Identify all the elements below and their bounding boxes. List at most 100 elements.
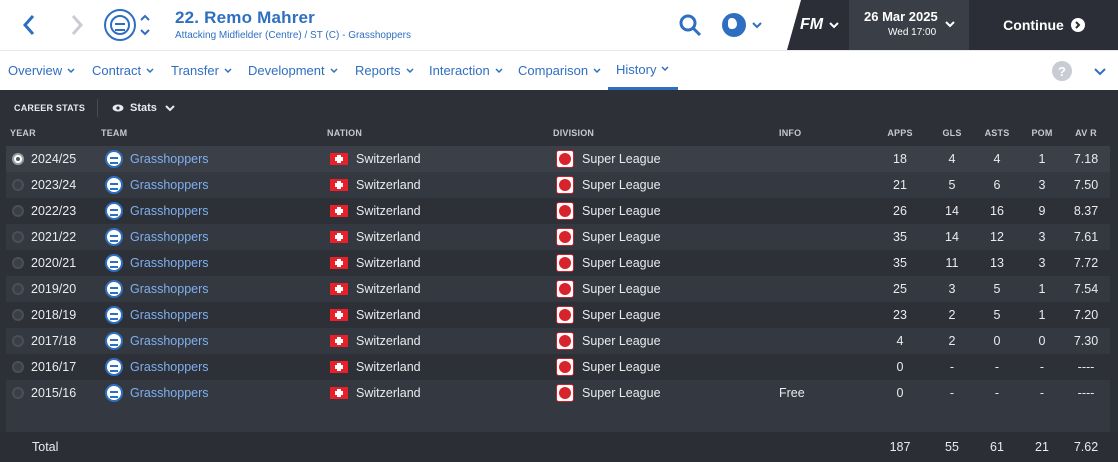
total-apps: 187: [889, 440, 911, 454]
tab-history[interactable]: History: [608, 51, 678, 90]
forward-arrow-icon[interactable]: [62, 9, 92, 41]
row-radio[interactable]: [12, 205, 24, 217]
row-radio[interactable]: [12, 283, 24, 295]
avr-cell: 7.72: [1073, 256, 1099, 270]
gls-cell: -: [949, 360, 955, 374]
stats-view-dropdown[interactable]: Stats: [112, 100, 175, 116]
table-row[interactable]: 2018/19 Grasshoppers Switzerland Super Leag…: [6, 302, 1110, 328]
col-asts[interactable]: ASTS: [977, 128, 1017, 138]
tab-label: Reports: [355, 63, 401, 78]
eye-icon: [112, 104, 124, 112]
table-row[interactable]: 2015/16 Grasshoppers Switzerland Super Leag…: [6, 380, 1110, 406]
fm-menu-button[interactable]: FM: [800, 14, 846, 36]
tab-transfer[interactable]: Transfer: [171, 51, 232, 90]
continue-button[interactable]: Continue: [970, 0, 1118, 50]
row-radio[interactable]: [12, 309, 24, 321]
tab-contract[interactable]: Contract: [92, 51, 154, 90]
team-link[interactable]: Grasshoppers: [130, 230, 209, 244]
col-apps[interactable]: APPS: [880, 128, 920, 138]
table-row[interactable]: 2016/17 Grasshoppers Switzerland Super Leag…: [6, 354, 1110, 380]
table-row[interactable]: 2017/18 Grasshoppers Switzerland Super Leag…: [6, 328, 1110, 354]
team-link[interactable]: Grasshoppers: [130, 152, 209, 166]
avr-cell: 7.61: [1073, 230, 1099, 244]
league-logo-icon: [556, 306, 574, 324]
club-badge-icon[interactable]: [104, 9, 136, 41]
tab-overview[interactable]: Overview: [8, 51, 75, 90]
team-link[interactable]: Grasshoppers: [130, 178, 209, 192]
row-radio[interactable]: [12, 361, 24, 373]
team-link[interactable]: Grasshoppers: [130, 282, 209, 296]
team-link[interactable]: Grasshoppers: [130, 308, 209, 322]
nation-cell[interactable]: Switzerland: [356, 256, 421, 270]
division-cell[interactable]: Super League: [582, 334, 661, 348]
col-info[interactable]: INFO: [779, 128, 801, 138]
table-row[interactable]: 2022/23 Grasshoppers Switzerland Super Leag…: [6, 198, 1110, 224]
division-cell[interactable]: Super League: [582, 256, 661, 270]
row-radio[interactable]: [12, 179, 24, 191]
col-year[interactable]: YEAR: [10, 128, 36, 138]
pom-cell: 1: [1038, 308, 1046, 322]
year-cell: 2015/16: [31, 386, 77, 400]
avr-cell: 8.37: [1073, 204, 1099, 218]
row-radio[interactable]: [12, 257, 24, 269]
nation-cell[interactable]: Switzerland: [356, 152, 421, 166]
division-cell[interactable]: Super League: [582, 360, 661, 374]
table-row[interactable]: 2020/21 Grasshoppers Switzerland Super Leag…: [6, 250, 1110, 276]
division-cell[interactable]: Super League: [582, 308, 661, 322]
col-pom[interactable]: POM: [1022, 128, 1062, 138]
table-row[interactable]: 2019/20 Grasshoppers Switzerland Super Leag…: [6, 276, 1110, 302]
club-badge-icon: [105, 176, 123, 194]
row-radio[interactable]: [12, 335, 24, 347]
col-division[interactable]: DIVISION: [553, 128, 594, 138]
team-link[interactable]: Grasshoppers: [130, 256, 209, 270]
apps-cell: 26: [893, 204, 907, 218]
nation-cell[interactable]: Switzerland: [356, 334, 421, 348]
team-link[interactable]: Grasshoppers: [130, 386, 209, 400]
avr-cell: ----: [1077, 360, 1095, 374]
tab-reports[interactable]: Reports: [355, 51, 414, 90]
apps-cell: 23: [893, 308, 907, 322]
division-cell[interactable]: Super League: [582, 230, 661, 244]
help-icon[interactable]: ?: [1052, 61, 1072, 81]
nation-cell[interactable]: Switzerland: [356, 308, 421, 322]
row-radio[interactable]: [12, 387, 24, 399]
team-link[interactable]: Grasshoppers: [130, 360, 209, 374]
chevron-down-icon: [406, 67, 414, 73]
division-cell[interactable]: Super League: [582, 204, 661, 218]
col-gls[interactable]: GLS: [932, 128, 972, 138]
table-row[interactable]: 2023/24 Grasshoppers Switzerland Super Leag…: [6, 172, 1110, 198]
stats-view-label: Stats: [130, 102, 157, 114]
nation-cell[interactable]: Switzerland: [356, 360, 421, 374]
team-link[interactable]: Grasshoppers: [130, 334, 209, 348]
globe-menu-button[interactable]: [722, 11, 762, 39]
chevron-down-icon[interactable]: [1094, 68, 1106, 76]
tab-interaction[interactable]: Interaction: [429, 51, 503, 90]
division-cell[interactable]: Super League: [582, 152, 661, 166]
col-avr[interactable]: AV R: [1066, 128, 1106, 138]
team-link[interactable]: Grasshoppers: [130, 204, 209, 218]
nation-cell[interactable]: Switzerland: [356, 178, 421, 192]
division-cell[interactable]: Super League: [582, 282, 661, 296]
table-row[interactable]: 2024/25 Grasshoppers Switzerland Super Leag…: [6, 146, 1110, 172]
tab-label: Comparison: [518, 63, 589, 78]
chevron-down-icon[interactable]: [944, 18, 956, 30]
col-team[interactable]: TEAM: [101, 128, 127, 138]
division-cell[interactable]: Super League: [582, 386, 661, 400]
nation-cell[interactable]: Switzerland: [356, 204, 421, 218]
up-down-chevron-icon[interactable]: [138, 12, 152, 38]
table-row[interactable]: 2021/22 Grasshoppers Switzerland Super Leag…: [6, 224, 1110, 250]
tab-development[interactable]: Development: [248, 51, 338, 90]
chevron-down-icon: [146, 67, 154, 73]
league-logo-icon: [556, 280, 574, 298]
nation-cell[interactable]: Switzerland: [356, 386, 421, 400]
divider: [97, 99, 98, 117]
nation-cell[interactable]: Switzerland: [356, 282, 421, 296]
back-arrow-icon[interactable]: [14, 9, 44, 41]
col-nation[interactable]: NATION: [327, 128, 362, 138]
search-icon[interactable]: [677, 12, 703, 38]
division-cell[interactable]: Super League: [582, 178, 661, 192]
nation-cell[interactable]: Switzerland: [356, 230, 421, 244]
row-radio[interactable]: [12, 231, 24, 243]
tab-comparison[interactable]: Comparison: [518, 51, 601, 90]
row-radio[interactable]: [12, 153, 24, 165]
